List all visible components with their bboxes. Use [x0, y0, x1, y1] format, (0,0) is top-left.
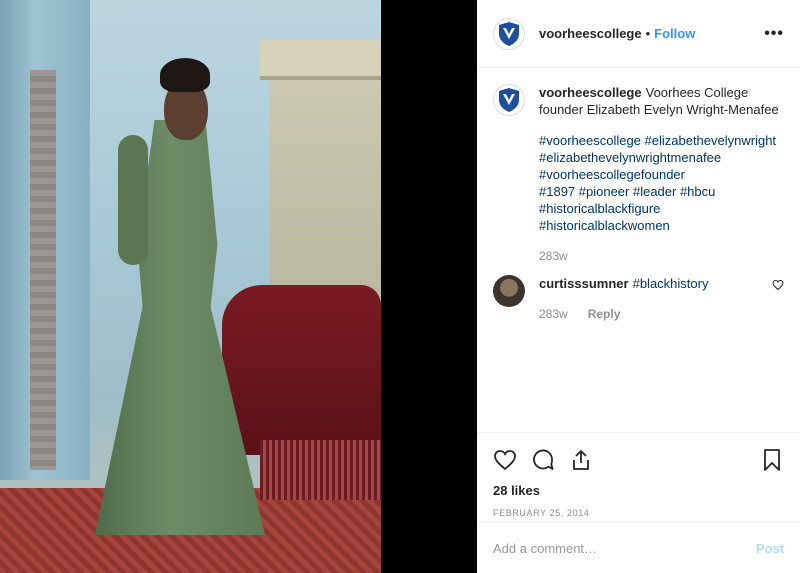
header-username[interactable]: voorheescollege [539, 26, 642, 41]
comment-username[interactable]: curtisssumner [539, 276, 629, 291]
header-separator: • [645, 26, 651, 41]
shield-icon [499, 88, 519, 112]
photo-curtain-trim [30, 70, 56, 470]
comment-timestamp[interactable]: 283w [539, 306, 568, 323]
bookmark-icon[interactable] [760, 448, 784, 472]
photo-chair-fringe [260, 440, 381, 500]
photo-sleeve [118, 135, 148, 265]
avatar[interactable] [493, 275, 525, 307]
caption-avatar[interactable] [493, 84, 525, 116]
comment-meta: 283w Reply [539, 306, 784, 323]
post-button[interactable]: Post [756, 541, 784, 556]
caption-username[interactable]: voorheescollege [539, 85, 642, 100]
comment-row: curtisssumner #blackhistory 283w Reply [493, 275, 784, 323]
hashtag-line[interactable]: #historicalblackwomen [539, 217, 784, 234]
heart-icon[interactable] [493, 448, 517, 472]
photo-mantel-top [260, 40, 381, 80]
small-heart-icon[interactable] [772, 279, 784, 291]
share-icon[interactable] [569, 448, 593, 472]
comments-list[interactable]: voorheescollege Voorhees College founder … [477, 68, 800, 432]
post-actions: 28 likes FEBRUARY 25, 2014 [477, 432, 800, 522]
more-options-icon[interactable]: ••• [764, 25, 784, 43]
likes-count[interactable]: 28 likes [493, 483, 784, 498]
hashtag-line[interactable]: #1897 #pioneer #leader #hbcu [539, 183, 784, 200]
post-header: voorheescollege • Follow ••• [477, 0, 800, 68]
post-date[interactable]: FEBRUARY 25, 2014 [493, 508, 784, 518]
post-side-panel: voorheescollege • Follow ••• voorheescol… [477, 0, 800, 573]
action-icons [493, 441, 784, 479]
shield-icon [499, 21, 519, 46]
add-comment-bar: Post [477, 522, 800, 573]
comment-body: curtisssumner #blackhistory 283w Reply [539, 275, 784, 323]
photo-chair [222, 285, 381, 455]
comment-input[interactable] [493, 540, 756, 556]
hashtag-line[interactable]: #historicalblackfigure [539, 200, 784, 217]
reply-button[interactable]: Reply [588, 306, 621, 323]
comment-bubble-icon[interactable] [531, 448, 555, 472]
comment-hashtag[interactable]: #blackhistory [633, 276, 709, 291]
post-photo[interactable] [0, 0, 381, 573]
caption-hashtags: #voorheescollege #elizabethevelynwright … [539, 132, 784, 234]
hashtag-line[interactable]: #voorheescollegefounder [539, 166, 784, 183]
follow-button[interactable]: Follow [654, 26, 695, 41]
caption-body: voorheescollege Voorhees College founder … [539, 84, 784, 265]
modal-backdrop [381, 0, 477, 573]
caption-timestamp[interactable]: 283w [539, 248, 784, 265]
voorhees-shield-logo[interactable] [493, 17, 525, 50]
caption-row: voorheescollege Voorhees College founder … [493, 84, 784, 265]
hashtag-line[interactable]: #elizabethevelynwrightmenafee [539, 149, 784, 166]
photo-hair [160, 58, 210, 92]
hashtag-line[interactable]: #voorheescollege #elizabethevelynwright [539, 132, 784, 149]
